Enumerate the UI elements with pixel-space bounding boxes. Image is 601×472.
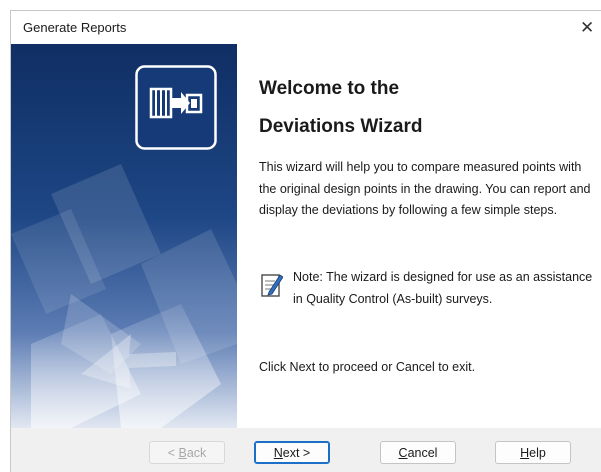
help-button-label: Help bbox=[520, 446, 546, 460]
note-pad-icon bbox=[261, 272, 284, 298]
cancel-rest: ancel bbox=[407, 445, 438, 460]
close-icon[interactable]: ✕ bbox=[580, 11, 601, 44]
wizard-arrow-icon bbox=[135, 65, 217, 150]
back-prefix: < bbox=[167, 445, 179, 460]
next-button-label: Next > bbox=[274, 446, 310, 460]
cancel-mnemonic: C bbox=[398, 445, 408, 460]
next-rest: ext > bbox=[282, 445, 311, 460]
wizard-content: Welcome to the Deviations Wizard This wi… bbox=[237, 44, 601, 428]
wizard-banner bbox=[11, 44, 237, 428]
back-mnemonic: B bbox=[178, 445, 187, 460]
wizard-note: Note: The wizard is designed for use as … bbox=[293, 270, 593, 306]
next-button[interactable]: Next > bbox=[254, 441, 330, 464]
back-rest: ack bbox=[186, 445, 207, 460]
back-button[interactable]: < Back bbox=[149, 441, 225, 464]
help-button[interactable]: Help bbox=[495, 441, 571, 464]
help-mnemonic: H bbox=[520, 445, 530, 460]
cancel-button[interactable]: Cancel bbox=[380, 441, 456, 464]
button-bar: < Back Next > Cancel Help bbox=[11, 428, 601, 472]
page-title-line2: Deviations Wizard bbox=[259, 116, 423, 137]
cancel-button-label: Cancel bbox=[399, 446, 438, 460]
back-button-label: < Back bbox=[168, 446, 207, 460]
proceed-instruction: Click Next to proceed or Cancel to exit. bbox=[259, 360, 476, 374]
next-mnemonic: N bbox=[273, 445, 283, 460]
wizard-description: This wizard will help you to compare mea… bbox=[259, 160, 591, 217]
title-bar: Generate Reports ✕ bbox=[11, 11, 601, 44]
window-title: Generate Reports bbox=[23, 20, 127, 35]
wizard-window: Generate Reports ✕ Welcome to the Deviat… bbox=[10, 10, 601, 472]
page-title-line1: Welcome to the bbox=[259, 78, 400, 99]
help-rest: elp bbox=[529, 445, 546, 460]
